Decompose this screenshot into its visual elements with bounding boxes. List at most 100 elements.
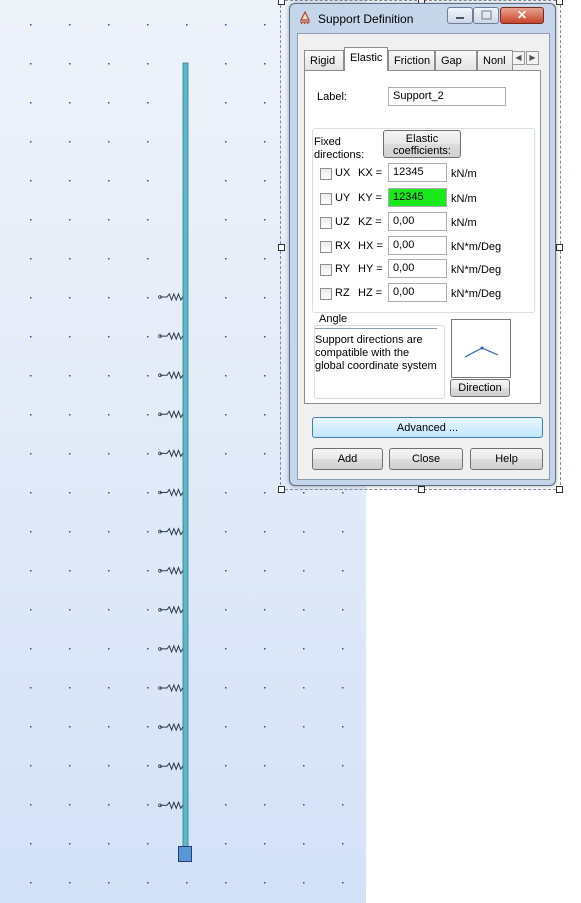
rx-coef-label: HX = [358, 240, 383, 252]
grid-dot [264, 258, 266, 260]
resize-handle[interactable] [556, 244, 563, 251]
grid-dot [264, 726, 266, 728]
grid-dot [69, 882, 71, 884]
grid-dot [225, 648, 227, 650]
uy-checkbox[interactable] [320, 193, 332, 205]
grid-dot [30, 258, 32, 260]
grid-dot [186, 882, 188, 884]
ux-checkbox[interactable] [320, 168, 332, 180]
grid-dot [69, 843, 71, 845]
grid-dot [69, 375, 71, 377]
grid-dot [264, 492, 266, 494]
ry-value-input[interactable]: 0,00 [388, 259, 447, 278]
grid-dot [108, 882, 110, 884]
grid-dot [225, 843, 227, 845]
direction-preview-icon [464, 346, 499, 358]
grid-dot [225, 141, 227, 143]
grid-dot [69, 414, 71, 416]
ux-value-input[interactable]: 12345 [388, 163, 447, 182]
support-icon [300, 11, 310, 25]
grid-dot [69, 453, 71, 455]
label-input[interactable]: Support_2 [388, 87, 506, 106]
grid-dot [108, 687, 110, 689]
grid-dot [69, 102, 71, 104]
grid-dot [225, 180, 227, 182]
grid-dot [225, 414, 227, 416]
grid-dot [30, 180, 32, 182]
tab-elastic[interactable]: Elastic [344, 47, 388, 71]
grid-dot [264, 102, 266, 104]
resize-handle[interactable] [418, 486, 425, 493]
ry-coef-label: HY = [358, 263, 383, 275]
elastic-coefficients-button[interactable]: Elastic coefficients: [383, 130, 461, 158]
grid-dot [69, 24, 71, 26]
ry-label: RY [335, 263, 351, 275]
elastic-spring-support [160, 683, 184, 693]
add-button[interactable]: Add [312, 448, 383, 470]
grid-dot [147, 765, 149, 767]
grid-dot [147, 531, 149, 533]
grid-dot [303, 804, 305, 806]
grid-dot [303, 843, 305, 845]
tab-scroll-left-button[interactable]: ◀ [512, 51, 525, 65]
rx-checkbox[interactable] [320, 241, 332, 253]
angle-label: Angle [317, 313, 350, 325]
tab-rigid[interactable]: Rigid [304, 50, 344, 70]
uy-value-input[interactable]: 12345 [388, 188, 447, 207]
grid-dot [225, 531, 227, 533]
grid-dot [342, 570, 344, 572]
elastic-tab-panel: Label: Support_2 Fixed directions: Elast… [304, 70, 541, 404]
grid-dot [264, 609, 266, 611]
resize-handle[interactable] [556, 486, 563, 493]
advanced-button[interactable]: Advanced ... [312, 417, 543, 438]
grid-dot [225, 609, 227, 611]
grid-dot [147, 609, 149, 611]
elastic-spring-support [160, 566, 184, 576]
tab-scroll-right-button[interactable]: ▶ [526, 51, 539, 65]
grid-dot [30, 336, 32, 338]
direction-button[interactable]: Direction [450, 379, 510, 397]
tab-gap[interactable]: Gap [435, 50, 477, 70]
maximize-icon [481, 10, 492, 20]
grid-dot [69, 804, 71, 806]
rz-value-input[interactable]: 0,00 [388, 283, 447, 302]
grid-dot [225, 765, 227, 767]
ry-checkbox[interactable] [320, 264, 332, 276]
grid-dot [342, 882, 344, 884]
grid-dot [264, 180, 266, 182]
grid-dot [108, 24, 110, 26]
close-button[interactable]: Close [389, 448, 463, 470]
grid-dot [108, 453, 110, 455]
grid-dot [30, 804, 32, 806]
tab-friction[interactable]: Friction [388, 50, 435, 70]
grid-dot [147, 843, 149, 845]
grid-dot [69, 219, 71, 221]
uz-checkbox[interactable] [320, 217, 332, 229]
grid-dot [30, 375, 32, 377]
grid-dot [342, 726, 344, 728]
grid-dot [303, 531, 305, 533]
grid-dot [342, 765, 344, 767]
minimize-button[interactable] [447, 7, 473, 24]
elastic-spring-support [160, 488, 184, 497]
grid-dot [225, 258, 227, 260]
rz-checkbox[interactable] [320, 288, 332, 300]
angle-divider [315, 328, 437, 329]
grid-dot [147, 219, 149, 221]
title-bar[interactable]: Support Definition ✕ [290, 4, 555, 32]
fixed-directions-label: Fixed directions: [314, 136, 365, 161]
help-button[interactable]: Help [470, 448, 543, 470]
grid-dot [147, 63, 149, 65]
rx-value-input[interactable]: 0,00 [388, 236, 447, 255]
maximize-button[interactable] [473, 7, 499, 24]
grid-dot [225, 297, 227, 299]
resize-handle[interactable] [556, 0, 563, 5]
tab-nonl[interactable]: Nonl [477, 50, 513, 70]
grid-dot [147, 297, 149, 299]
grid-dot [147, 414, 149, 416]
grid-dot [225, 726, 227, 728]
grid-dot [108, 63, 110, 65]
uz-value-input[interactable]: 0,00 [388, 212, 447, 231]
grid-dot [264, 570, 266, 572]
close-window-button[interactable]: ✕ [500, 7, 544, 24]
